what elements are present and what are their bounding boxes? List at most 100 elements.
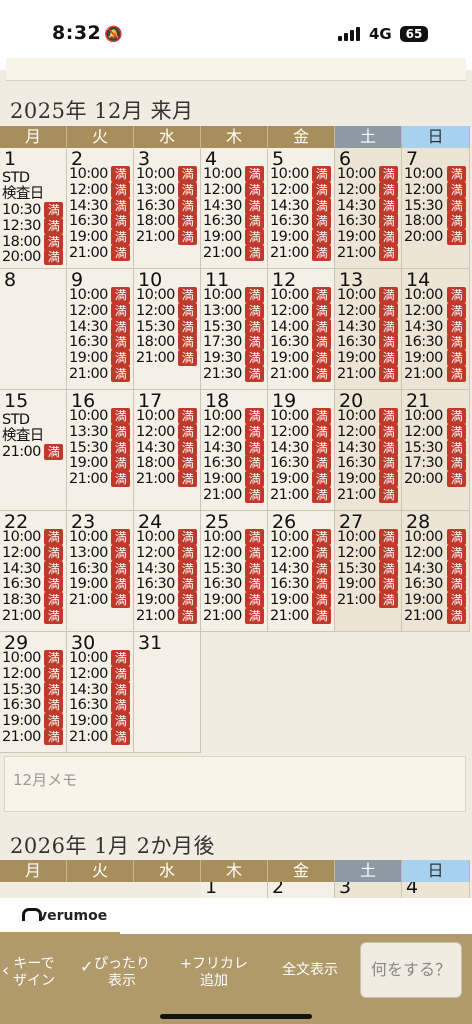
time-slot[interactable]: 19:00 満 <box>270 350 333 367</box>
time-slot[interactable]: 16:30 満 <box>337 455 400 472</box>
time-slot[interactable]: 21:00 満 <box>69 729 132 745</box>
time-slot[interactable]: 12:00 満 <box>404 181 468 198</box>
time-slot[interactable]: 12:00 満 <box>337 423 400 440</box>
time-slot[interactable]: 21:00 満 <box>270 366 333 382</box>
time-slot[interactable]: 15:30 満 <box>2 681 65 698</box>
time-slot[interactable]: 10:30 満 <box>2 202 65 218</box>
day-cell[interactable]: 25 10:00 満 12:00 満 15:30 満 16:30 満 19:00 満 21:00 満 <box>201 511 268 632</box>
time-slot[interactable]: 15:30 満 <box>203 318 266 335</box>
time-slot[interactable]: 10:00 満 <box>69 287 132 303</box>
time-slot[interactable]: 14:30 満 <box>136 439 199 456</box>
time-slot[interactable]: 15:30 満 <box>69 439 132 456</box>
time-slot[interactable]: 12:00 満 <box>404 544 468 561</box>
time-slot[interactable]: 19:00 満 <box>337 350 400 367</box>
time-slot[interactable]: 12:00 満 <box>69 181 132 198</box>
time-slot[interactable]: 15:30 満 <box>404 197 468 214</box>
time-slot[interactable]: 10:00 満 <box>2 529 65 545</box>
time-slot[interactable]: 18:30 満 <box>2 592 65 609</box>
time-slot[interactable]: 19:00 満 <box>69 229 132 246</box>
time-slot[interactable]: 21:00 満 <box>69 471 132 488</box>
time-slot[interactable]: 21:00 満 <box>2 729 65 745</box>
key-sign-button[interactable]: ‹ キーで ザイン <box>2 956 64 990</box>
time-slot[interactable]: 20:00 満 <box>2 249 65 266</box>
time-slot[interactable]: 12:00 満 <box>2 665 65 682</box>
time-slot[interactable]: 12:00 満 <box>136 544 199 561</box>
time-slot[interactable]: 15:30 満 <box>203 560 266 577</box>
day-cell[interactable]: 17 10:00 満 12:00 満 14:30 満 18:00 満 21:00 満 <box>134 390 201 511</box>
time-slot[interactable]: 14:30 満 <box>203 197 266 214</box>
day-cell[interactable]: 28 10:00 満 12:00 満 14:30 満 16:30 満 19:00 満 21:00 満 <box>402 511 470 632</box>
time-slot[interactable]: 19:00 満 <box>2 713 65 730</box>
time-slot[interactable]: 19:00 満 <box>69 455 132 472</box>
ask-input[interactable]: 何をする？ <box>360 942 462 998</box>
time-slot[interactable]: 14:30 満 <box>69 197 132 214</box>
time-slot[interactable]: 20:00 満 <box>404 229 468 246</box>
time-slot[interactable]: 19:00 満 <box>337 229 400 246</box>
day-cell[interactable]: 2 10:00 満 12:00 満 14:30 満 16:30 満 19:00 満 21:00 満 <box>67 148 134 269</box>
time-slot[interactable]: 10:00 満 <box>270 529 333 545</box>
time-slot[interactable]: 21:00 満 <box>136 229 199 246</box>
fit-display-button[interactable]: ✓ ぴったり 表示 <box>80 956 162 990</box>
time-slot[interactable]: 21:00 満 <box>136 471 199 488</box>
time-slot[interactable]: 21:00 満 <box>337 366 400 382</box>
day-cell[interactable]: 29 10:00 満 12:00 満 15:30 満 16:30 満 19:00 満 21:00 満 <box>0 632 67 753</box>
time-slot[interactable]: 21:00 満 <box>270 608 333 624</box>
time-slot[interactable]: 10:00 満 <box>404 408 468 424</box>
full-text-button[interactable]: 全文表示 <box>272 962 348 979</box>
time-slot[interactable]: 10:00 満 <box>270 408 333 424</box>
day-cell[interactable]: 3 10:00 満 13:00 満 16:30 満 18:00 満 21:00 満 <box>134 148 201 269</box>
time-slot[interactable]: 12:00 満 <box>69 302 132 319</box>
time-slot[interactable]: 19:00 満 <box>203 592 266 609</box>
day-cell[interactable]: 15 STD 検査日 21:00 満 <box>0 390 67 511</box>
time-slot[interactable]: 21:00 満 <box>337 592 400 609</box>
time-slot[interactable]: 12:00 満 <box>404 302 468 319</box>
time-slot[interactable]: 16:30 満 <box>270 213 333 230</box>
time-slot[interactable]: 12:00 満 <box>136 423 199 440</box>
time-slot[interactable]: 10:00 満 <box>270 287 333 303</box>
time-slot[interactable]: 21:00 満 <box>203 608 266 624</box>
time-slot[interactable]: 16:30 満 <box>404 334 468 351</box>
time-slot[interactable]: 14:30 満 <box>404 560 468 577</box>
time-slot[interactable]: 16:30 満 <box>203 576 266 593</box>
day-cell[interactable]: 9 10:00 満 12:00 満 14:30 満 16:30 満 19:00 満 21:00 満 <box>67 269 134 390</box>
time-slot[interactable]: 21:00 満 <box>337 245 400 261</box>
time-slot[interactable]: 21:00 満 <box>2 608 65 624</box>
time-slot[interactable]: 15:30 満 <box>404 439 468 456</box>
time-slot[interactable]: 21:00 満 <box>2 444 65 460</box>
time-slot[interactable]: 16:30 満 <box>69 560 132 577</box>
time-slot[interactable]: 10:00 満 <box>2 650 65 666</box>
day-cell[interactable]: 24 10:00 満 12:00 満 14:30 満 16:30 満 19:00 満 21:00 満 <box>134 511 201 632</box>
time-slot[interactable]: 14:30 満 <box>404 318 468 335</box>
time-slot[interactable]: 14:30 満 <box>2 560 65 577</box>
time-slot[interactable]: 21:00 満 <box>136 350 199 367</box>
time-slot[interactable]: 21:30 満 <box>203 366 266 382</box>
time-slot[interactable]: 16:30 満 <box>270 576 333 593</box>
time-slot[interactable]: 12:00 満 <box>203 181 266 198</box>
time-slot[interactable]: 10:00 満 <box>270 166 333 182</box>
time-slot[interactable]: 16:30 満 <box>337 213 400 230</box>
time-slot[interactable]: 19:00 満 <box>203 471 266 488</box>
time-slot[interactable]: 12:00 満 <box>404 423 468 440</box>
time-slot[interactable]: 19:00 満 <box>203 229 266 246</box>
time-slot[interactable]: 16:30 満 <box>69 697 132 714</box>
time-slot[interactable]: 10:00 満 <box>136 529 199 545</box>
time-slot[interactable]: 10:00 満 <box>203 287 266 303</box>
time-slot[interactable]: 12:00 満 <box>337 302 400 319</box>
time-slot[interactable]: 12:00 満 <box>270 544 333 561</box>
time-slot[interactable]: 13:00 満 <box>136 181 199 198</box>
time-slot[interactable]: 17:30 満 <box>203 334 266 351</box>
day-cell[interactable]: 21 10:00 満 12:00 満 15:30 満 17:30 満 20:00 満 <box>402 390 470 511</box>
time-slot[interactable]: 10:00 満 <box>203 408 266 424</box>
time-slot[interactable]: 21:00 満 <box>69 592 132 609</box>
time-slot[interactable]: 21:00 満 <box>404 366 468 382</box>
time-slot[interactable]: 16:30 満 <box>270 334 333 351</box>
day-cell[interactable]: 18 10:00 満 12:00 満 14:30 満 16:30 満 19:00 満 21:00 満 <box>201 390 268 511</box>
time-slot[interactable]: 21:00 満 <box>203 487 266 503</box>
time-slot[interactable]: 19:00 満 <box>270 471 333 488</box>
add-furigana-button[interactable]: +フリカレ 追加 <box>172 956 256 990</box>
time-slot[interactable]: 14:30 満 <box>337 197 400 214</box>
time-slot[interactable]: 14:30 満 <box>69 318 132 335</box>
time-slot[interactable]: 10:00 満 <box>69 166 132 182</box>
time-slot[interactable]: 18:00 満 <box>136 455 199 472</box>
time-slot[interactable]: 19:00 満 <box>69 576 132 593</box>
